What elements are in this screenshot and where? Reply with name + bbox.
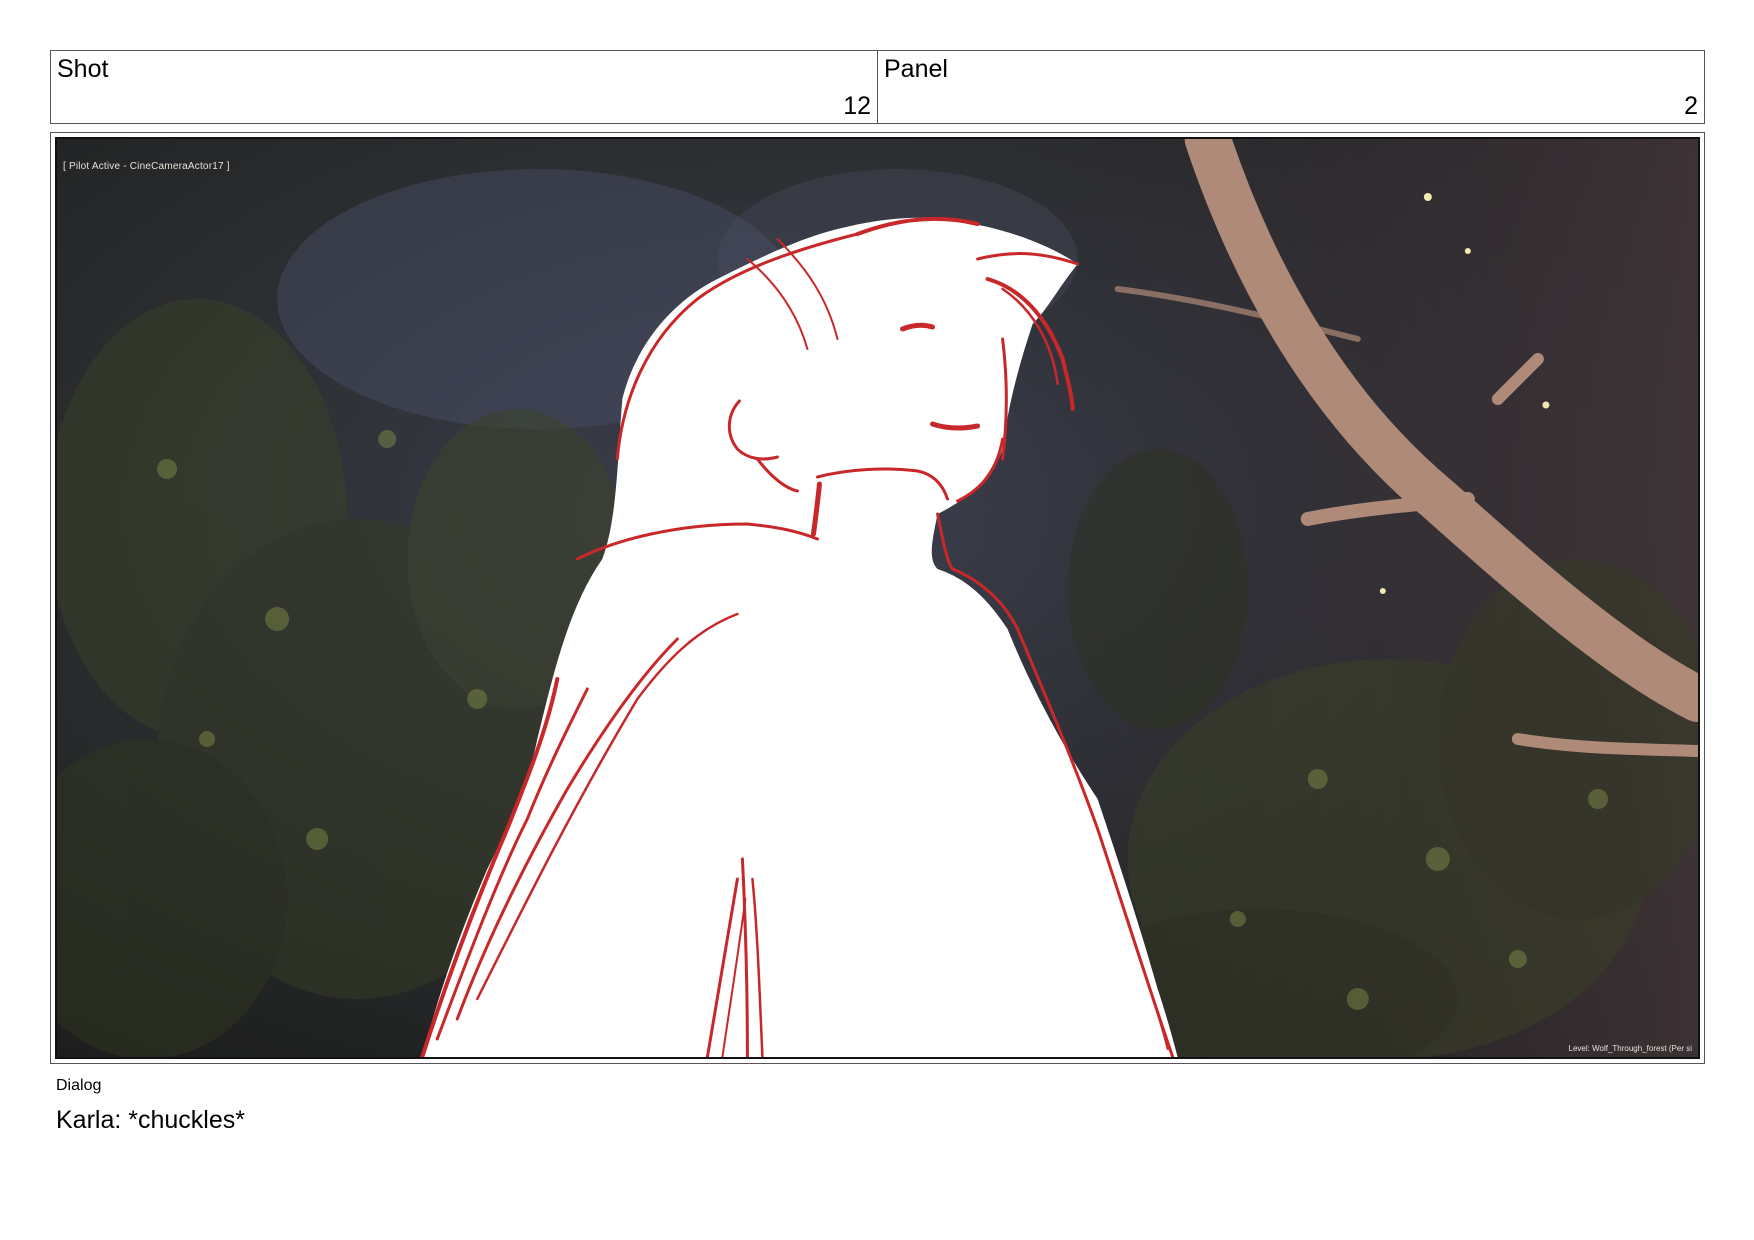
shot-panel-header: Shot 12 Panel 2 [50,50,1705,124]
panel-label: Panel [884,55,948,83]
storyboard-panel-image: [ Pilot Active - CineCameraActor17 ] Lev… [55,137,1700,1059]
panel-number: 2 [1684,92,1698,120]
shot-cell: Shot 12 [51,51,877,123]
dialog-text: Karla: *chuckles* [56,1106,245,1134]
forest-sketch-illustration [57,139,1698,1057]
camera-overlay-label: [ Pilot Active - CineCameraActor17 ] [63,161,230,172]
storyboard-panel-frame: [ Pilot Active - CineCameraActor17 ] Lev… [50,132,1705,1064]
level-overlay-label: Level: Wolf_Through_forest (Per si [1568,1044,1692,1053]
panel-cell: Panel 2 [877,51,1704,123]
shot-number: 12 [843,92,871,120]
shot-label: Shot [57,55,109,83]
dialog-label: Dialog [56,1077,102,1094]
